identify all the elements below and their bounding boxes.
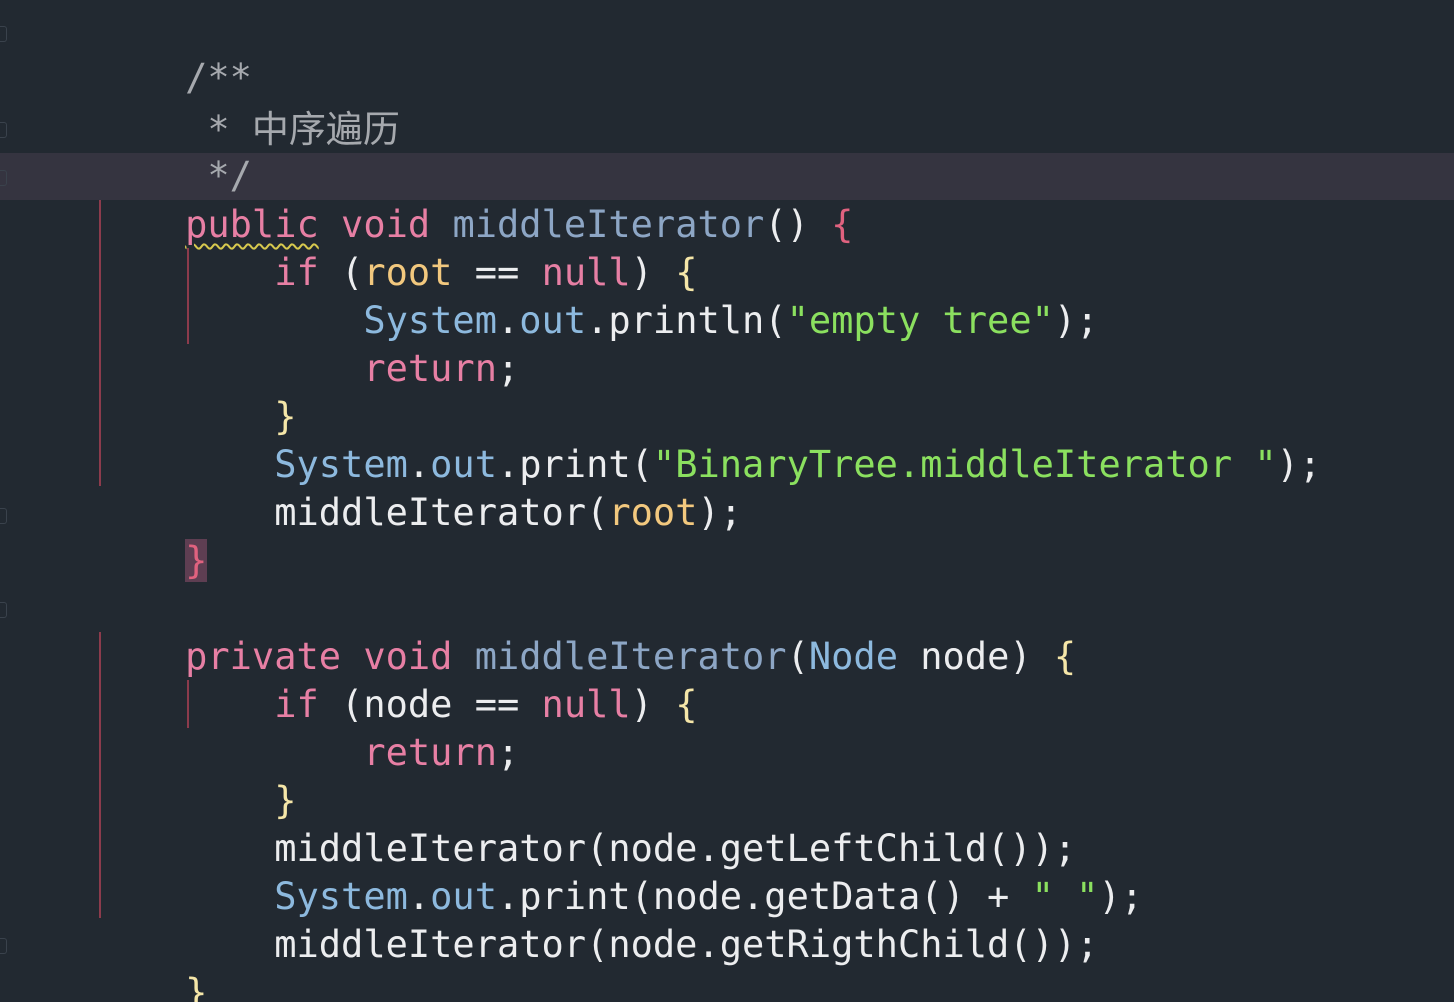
punctuation-token: );	[1053, 299, 1099, 342]
brace-token: }	[185, 971, 208, 1002]
keyword-token: null	[541, 683, 631, 726]
code-line[interactable]: * 中序遍历	[96, 58, 400, 151]
punctuation-token: );	[697, 491, 743, 534]
fold-gutter	[0, 0, 12, 1002]
fold-marker-icon[interactable]	[0, 602, 7, 618]
field-token: out	[519, 299, 587, 342]
string-token: "BinaryTree.middleIterator "	[652, 443, 1277, 486]
brace-token: {	[1053, 635, 1077, 678]
code-line[interactable]: middleIterator(node.getRigthChild());	[96, 873, 1098, 966]
punctuation-token: ;	[496, 347, 520, 390]
code-line[interactable]: private void middleIterator(Node node) {	[96, 585, 1076, 678]
code-line[interactable]: */	[96, 104, 252, 197]
code-line[interactable]: }	[96, 729, 296, 822]
brace-token: {	[831, 203, 854, 246]
keyword-token: return	[363, 347, 497, 390]
code-line[interactable]: }	[96, 345, 296, 438]
variable-token: root	[608, 491, 698, 534]
fold-marker-icon[interactable]	[0, 170, 7, 186]
code-line[interactable]: if (root == null) {	[96, 201, 697, 294]
code-line[interactable]: }	[96, 921, 207, 1002]
code-line[interactable]: middleIterator(root);	[96, 441, 742, 534]
code-line-current[interactable]: public void middleIterator() {	[96, 153, 853, 246]
fold-marker-icon[interactable]	[0, 938, 7, 954]
method-call-token: middleIterator(	[185, 491, 609, 534]
brace-token: {	[675, 683, 698, 726]
fold-marker-icon[interactable]	[0, 26, 7, 42]
code-editor[interactable]: /** * 中序遍历 */ public void middleIterator…	[0, 0, 1454, 1002]
punctuation-token: ;	[496, 731, 520, 774]
punctuation-token: )	[630, 683, 676, 726]
matched-brace-token: }	[185, 539, 208, 582]
code-line[interactable]: }	[96, 489, 208, 582]
string-token: "empty tree"	[786, 299, 1054, 342]
punctuation-token: );	[1098, 875, 1143, 918]
parameter-token: node)	[897, 635, 1054, 678]
code-line[interactable]: System.out.println("empty tree");	[96, 249, 1098, 342]
code-line[interactable]: System.out.print(node.getData() + " ");	[96, 825, 1143, 918]
punctuation-token: ()	[764, 203, 832, 246]
code-line[interactable]: if (node == null) {	[96, 633, 697, 726]
keyword-token: return	[363, 731, 497, 774]
code-line-empty[interactable]	[96, 537, 185, 585]
code-line[interactable]: return;	[96, 681, 519, 774]
punctuation-token: (	[786, 635, 809, 678]
method-call-token: middleIterator(node.getRigthChild());	[185, 923, 1099, 966]
fold-marker-icon[interactable]	[0, 508, 7, 524]
fold-marker-icon[interactable]	[0, 122, 7, 138]
code-line[interactable]: /**	[96, 6, 252, 99]
code-line[interactable]: return;	[96, 297, 519, 390]
type-token: Node	[808, 635, 898, 678]
code-line[interactable]: middleIterator(node.getLeftChild());	[96, 777, 1076, 870]
code-line[interactable]: System.out.print("BinaryTree.middleItera…	[96, 393, 1321, 486]
punctuation-token: );	[1276, 443, 1322, 486]
method-call-token: .println(	[586, 299, 787, 342]
